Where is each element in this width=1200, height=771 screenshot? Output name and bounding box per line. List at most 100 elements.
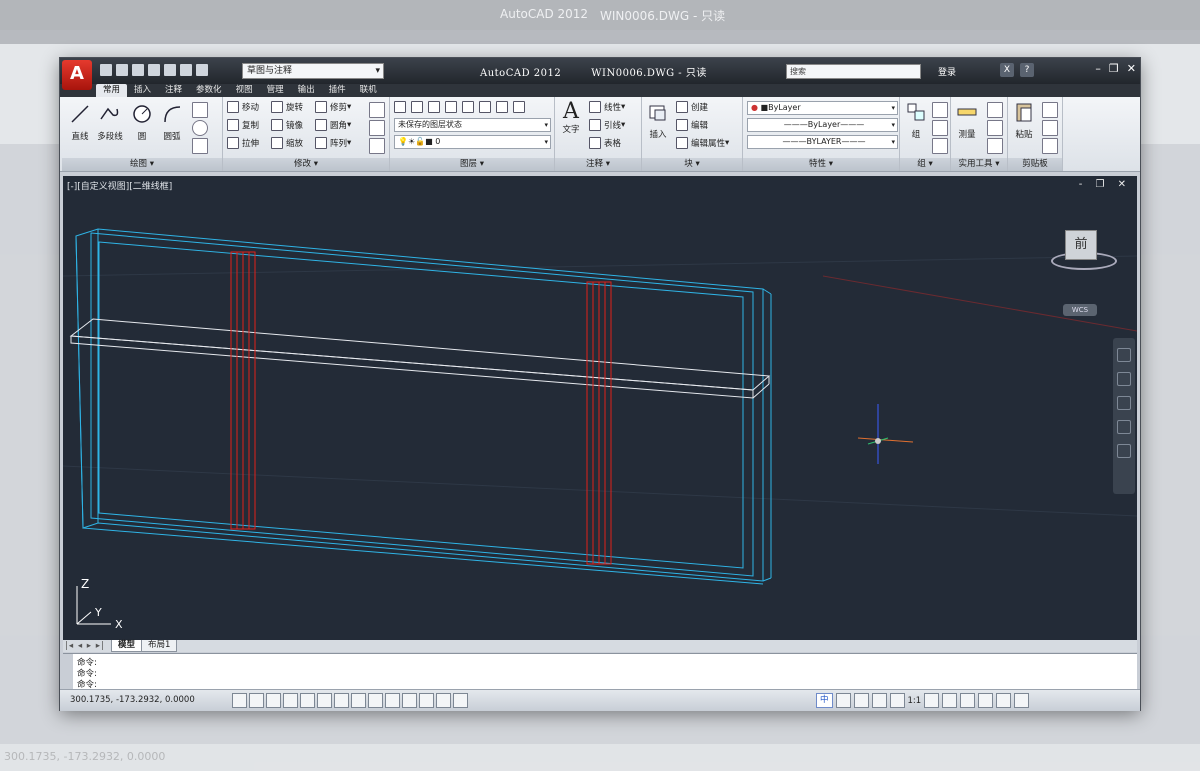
- layers-panel-title[interactable]: 图层 ▾: [390, 158, 554, 171]
- transparency-icon[interactable]: [419, 693, 434, 708]
- group-button[interactable]: 组: [902, 101, 930, 140]
- trim-tool[interactable]: 修剪 ▾: [315, 101, 351, 113]
- layer-icon[interactable]: [513, 101, 525, 113]
- copy-clip-icon[interactable]: [1042, 120, 1058, 136]
- rotate-tool[interactable]: 旋转: [271, 101, 303, 113]
- layer-state-select[interactable]: 未保存的图层状态 ▾: [394, 118, 551, 132]
- lineweight-select[interactable]: ———BYLAYER——— ▾: [747, 135, 898, 149]
- quick-view-layouts-icon[interactable]: [853, 693, 869, 708]
- showmotion-icon[interactable]: [1117, 444, 1131, 458]
- explode-icon[interactable]: [369, 120, 385, 136]
- hardware-acceleration-icon[interactable]: [978, 693, 994, 708]
- create-block-tool[interactable]: 创建: [676, 101, 708, 113]
- zoom-icon[interactable]: [1117, 396, 1131, 410]
- tab-output[interactable]: 输出: [291, 84, 322, 97]
- orbit-icon[interactable]: [1117, 420, 1131, 434]
- draw-panel-title[interactable]: 绘图 ▾: [62, 158, 222, 171]
- layout-nav-arrows[interactable]: |◂ ◂ ▸ ▸|: [65, 641, 105, 651]
- minimize-button[interactable]: –: [1095, 62, 1101, 75]
- search-input[interactable]: 搜索: [786, 64, 921, 79]
- fillet-tool[interactable]: 圆角 ▾: [315, 119, 351, 131]
- open-icon[interactable]: [116, 64, 128, 76]
- paste-button[interactable]: 粘贴: [1010, 101, 1038, 140]
- signin-link[interactable]: 登录: [938, 65, 956, 78]
- tab-parametric[interactable]: 参数化: [189, 84, 229, 97]
- lineweight-icon[interactable]: [402, 693, 417, 708]
- 3d-osnap-icon[interactable]: [334, 693, 349, 708]
- close-button[interactable]: ✕: [1127, 62, 1136, 75]
- annotation-visibility-icon[interactable]: [924, 693, 940, 708]
- layer-icon[interactable]: [479, 101, 491, 113]
- layer-icon[interactable]: [428, 101, 440, 113]
- rectangle-icon[interactable]: [192, 102, 208, 118]
- annotation-panel-title[interactable]: 注释 ▾: [555, 158, 641, 171]
- table-tool[interactable]: 表格: [589, 137, 621, 149]
- linetype-select[interactable]: ———ByLayer——— ▾: [747, 118, 898, 132]
- tab-view[interactable]: 视图: [229, 84, 260, 97]
- command-line[interactable]: 命令: 命令: 命令:: [63, 653, 1137, 690]
- scale-tool[interactable]: 缩放: [271, 137, 303, 149]
- tab-online[interactable]: 联机: [353, 84, 384, 97]
- help-icon[interactable]: ?: [1020, 63, 1034, 77]
- osnap-icon[interactable]: [317, 693, 332, 708]
- cut-icon[interactable]: [1042, 102, 1058, 118]
- text-button[interactable]: A 文字: [557, 101, 585, 136]
- measure-button[interactable]: 测量: [953, 101, 981, 140]
- pan-icon[interactable]: [1117, 372, 1131, 386]
- arc-button[interactable]: 圆弧: [158, 103, 186, 142]
- otrack-icon[interactable]: [351, 693, 366, 708]
- coordinates-readout[interactable]: 300.1735, -173.2932, 0.0000: [70, 695, 195, 705]
- steering-wheel-icon[interactable]: [1117, 348, 1131, 362]
- viewcube[interactable]: 前: [1051, 226, 1117, 270]
- infer-constraints-icon[interactable]: [232, 693, 247, 708]
- redo-icon[interactable]: [196, 64, 208, 76]
- dimension-tool[interactable]: 线性 ▾: [589, 101, 625, 113]
- ungroup-icon[interactable]: [932, 102, 948, 118]
- copy-tool[interactable]: 复制: [227, 119, 259, 131]
- modify-panel-title[interactable]: 修改 ▾: [223, 158, 389, 171]
- calculator-icon[interactable]: [987, 138, 1003, 154]
- maximize-button[interactable]: ❐: [1109, 62, 1119, 75]
- color-select[interactable]: ● ■ByLayer ▾: [747, 101, 898, 115]
- print-icon[interactable]: [164, 64, 176, 76]
- layer-icon[interactable]: [462, 101, 474, 113]
- workspace-select[interactable]: 草图与注释 ▾: [242, 63, 384, 79]
- line-button[interactable]: 直线: [66, 103, 94, 142]
- move-tool[interactable]: 移动: [227, 101, 259, 113]
- tab-home[interactable]: 常用: [96, 84, 128, 97]
- sc-icon[interactable]: [453, 693, 468, 708]
- offset-icon[interactable]: [369, 138, 385, 154]
- edit-block-tool[interactable]: 编辑: [676, 119, 708, 131]
- save-icon[interactable]: [132, 64, 144, 76]
- viewcube-front-face[interactable]: 前: [1065, 230, 1097, 260]
- group-edit-icon[interactable]: [932, 120, 948, 136]
- properties-panel-title[interactable]: 特性 ▾: [743, 158, 899, 171]
- circle-button[interactable]: 圆: [128, 103, 156, 142]
- id-point-icon[interactable]: [987, 120, 1003, 136]
- stretch-tool[interactable]: 拉伸: [227, 137, 259, 149]
- groups-panel-title[interactable]: 组 ▾: [900, 158, 950, 171]
- ellipse-icon[interactable]: [192, 120, 208, 136]
- utilities-panel-title[interactable]: 实用工具 ▾: [951, 158, 1007, 171]
- quick-select-icon[interactable]: [987, 102, 1003, 118]
- polar-icon[interactable]: [300, 693, 315, 708]
- pan-status-icon[interactable]: [889, 693, 905, 708]
- workspace-switch-icon[interactable]: [942, 693, 958, 708]
- polyline-button[interactable]: 多段线: [96, 103, 124, 142]
- layer-properties-icon[interactable]: [394, 101, 406, 113]
- isolate-objects-icon[interactable]: [996, 693, 1012, 708]
- tab-annotate[interactable]: 注释: [158, 84, 189, 97]
- layer-icon[interactable]: [411, 101, 423, 113]
- model-space-icon[interactable]: [835, 693, 851, 708]
- array-tool[interactable]: 阵列 ▾: [315, 137, 351, 149]
- undo-icon[interactable]: [180, 64, 192, 76]
- match-properties-icon[interactable]: [1042, 138, 1058, 154]
- edit-attribute-tool[interactable]: 编辑属性 ▾: [676, 137, 729, 149]
- tab-manage[interactable]: 管理: [260, 84, 291, 97]
- group-select-icon[interactable]: [932, 138, 948, 154]
- annotation-scale[interactable]: 1:1: [908, 696, 922, 706]
- layer-select[interactable]: 💡☀🔓■ 0 ▾: [394, 135, 551, 149]
- qp-icon[interactable]: [436, 693, 451, 708]
- clean-screen-icon[interactable]: [1014, 693, 1030, 708]
- block-panel-title[interactable]: 块 ▾: [642, 158, 742, 171]
